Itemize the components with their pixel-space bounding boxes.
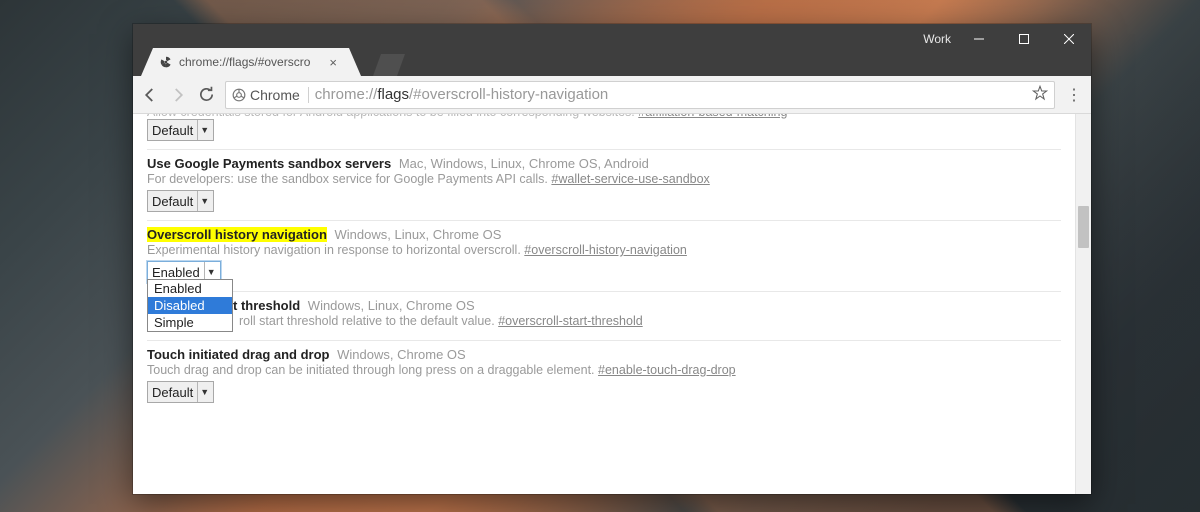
flag-item: Overscroll history navigation Windows, L… [147, 221, 1061, 292]
flag-description: Allow credentials stored for Android app… [147, 114, 1061, 119]
new-tab-button[interactable] [373, 54, 405, 76]
flag-dropdown[interactable]: Default ▼ [147, 190, 214, 212]
flag-platforms: Mac, Windows, Linux, Chrome OS, Android [399, 156, 649, 171]
dropdown-option[interactable]: Simple [148, 314, 232, 331]
minimize-button[interactable] [956, 24, 1001, 53]
titlebar: Work [133, 24, 1091, 76]
flag-description: For developers: use the sandbox service … [147, 172, 1061, 186]
desktop-wallpaper: Work [0, 0, 1200, 512]
flag-dropdown[interactable]: Default ▼ [147, 381, 214, 403]
window-profile-label: Work [923, 32, 951, 46]
flag-item: t threshold Windows, Linux, Chrome OS ro… [147, 292, 1061, 341]
forward-button[interactable] [169, 86, 187, 104]
flag-anchor-link[interactable]: #overscroll-start-threshold [498, 314, 643, 328]
flag-anchor-link[interactable]: #enable-touch-drag-drop [598, 363, 736, 377]
chevron-down-icon: ▼ [197, 382, 211, 402]
scrollbar-thumb[interactable] [1078, 206, 1089, 248]
flag-anchor-link[interactable]: #wallet-service-use-sandbox [551, 172, 709, 186]
tabstrip: chrome://flags/#overscro × [133, 44, 405, 76]
tab-close-icon[interactable]: × [329, 55, 337, 70]
chevron-down-icon: ▼ [197, 191, 211, 211]
flag-platforms: Windows, Chrome OS [337, 347, 466, 362]
flag-description: Experimental history navigation in respo… [147, 243, 1061, 257]
scrollbar[interactable] [1075, 114, 1091, 494]
address-bar[interactable]: Chrome chrome://flags/#overscroll-histor… [225, 81, 1055, 109]
tab-title: chrome://flags/#overscro [179, 55, 310, 69]
site-chip[interactable]: Chrome [232, 87, 309, 103]
chrome-icon [232, 88, 246, 102]
flag-dropdown-value: Default [152, 194, 193, 209]
reload-button[interactable] [197, 86, 215, 104]
flag-item: Use Google Payments sandbox servers Mac,… [147, 150, 1061, 221]
browser-tab[interactable]: chrome://flags/#overscro × [141, 48, 361, 76]
chrome-window: Work [133, 24, 1091, 494]
dropdown-listbox[interactable]: Enabled Disabled Simple [147, 279, 233, 332]
flag-anchor-link[interactable]: #overscroll-history-navigation [524, 243, 687, 257]
dropdown-option[interactable]: Enabled [148, 280, 232, 297]
maximize-button[interactable] [1001, 24, 1046, 53]
flag-dropdown-value: Default [152, 123, 193, 138]
flag-anchor-link[interactable]: #affiliation-based-matching [638, 114, 787, 119]
menu-button[interactable]: ⋮ [1065, 85, 1083, 105]
site-chip-label: Chrome [250, 87, 300, 103]
flag-title: Touch initiated drag and drop [147, 347, 329, 362]
flag-dropdown-value: Default [152, 385, 193, 400]
flag-title: Use Google Payments sandbox servers [147, 156, 391, 171]
flag-description: Touch drag and drop can be initiated thr… [147, 363, 1061, 377]
flag-title: t threshold [233, 298, 300, 313]
back-button[interactable] [141, 86, 159, 104]
flag-dropdown[interactable]: Default ▼ [147, 119, 214, 141]
flag-item: Allow credentials stored for Android app… [147, 114, 1061, 150]
flag-platforms: Windows, Linux, Chrome OS [308, 298, 475, 313]
flag-description: roll start threshold relative to the def… [147, 314, 1061, 328]
url-text: chrome://flags/#overscroll-history-navig… [315, 86, 608, 103]
page-content: Allow credentials stored for Android app… [133, 114, 1091, 494]
flag-title: Overscroll history navigation [147, 227, 327, 242]
bookmark-star-icon[interactable] [1032, 85, 1048, 105]
flag-item: Touch initiated drag and drop Windows, C… [147, 341, 1061, 411]
flag-dropdown-value: Enabled [152, 265, 200, 280]
window-controls [956, 24, 1091, 53]
radiation-icon [159, 55, 173, 69]
dropdown-option[interactable]: Disabled [148, 297, 232, 314]
close-button[interactable] [1046, 24, 1091, 53]
chevron-down-icon: ▼ [197, 120, 211, 140]
toolbar: Chrome chrome://flags/#overscroll-histor… [133, 76, 1091, 114]
flag-platforms: Windows, Linux, Chrome OS [335, 227, 502, 242]
